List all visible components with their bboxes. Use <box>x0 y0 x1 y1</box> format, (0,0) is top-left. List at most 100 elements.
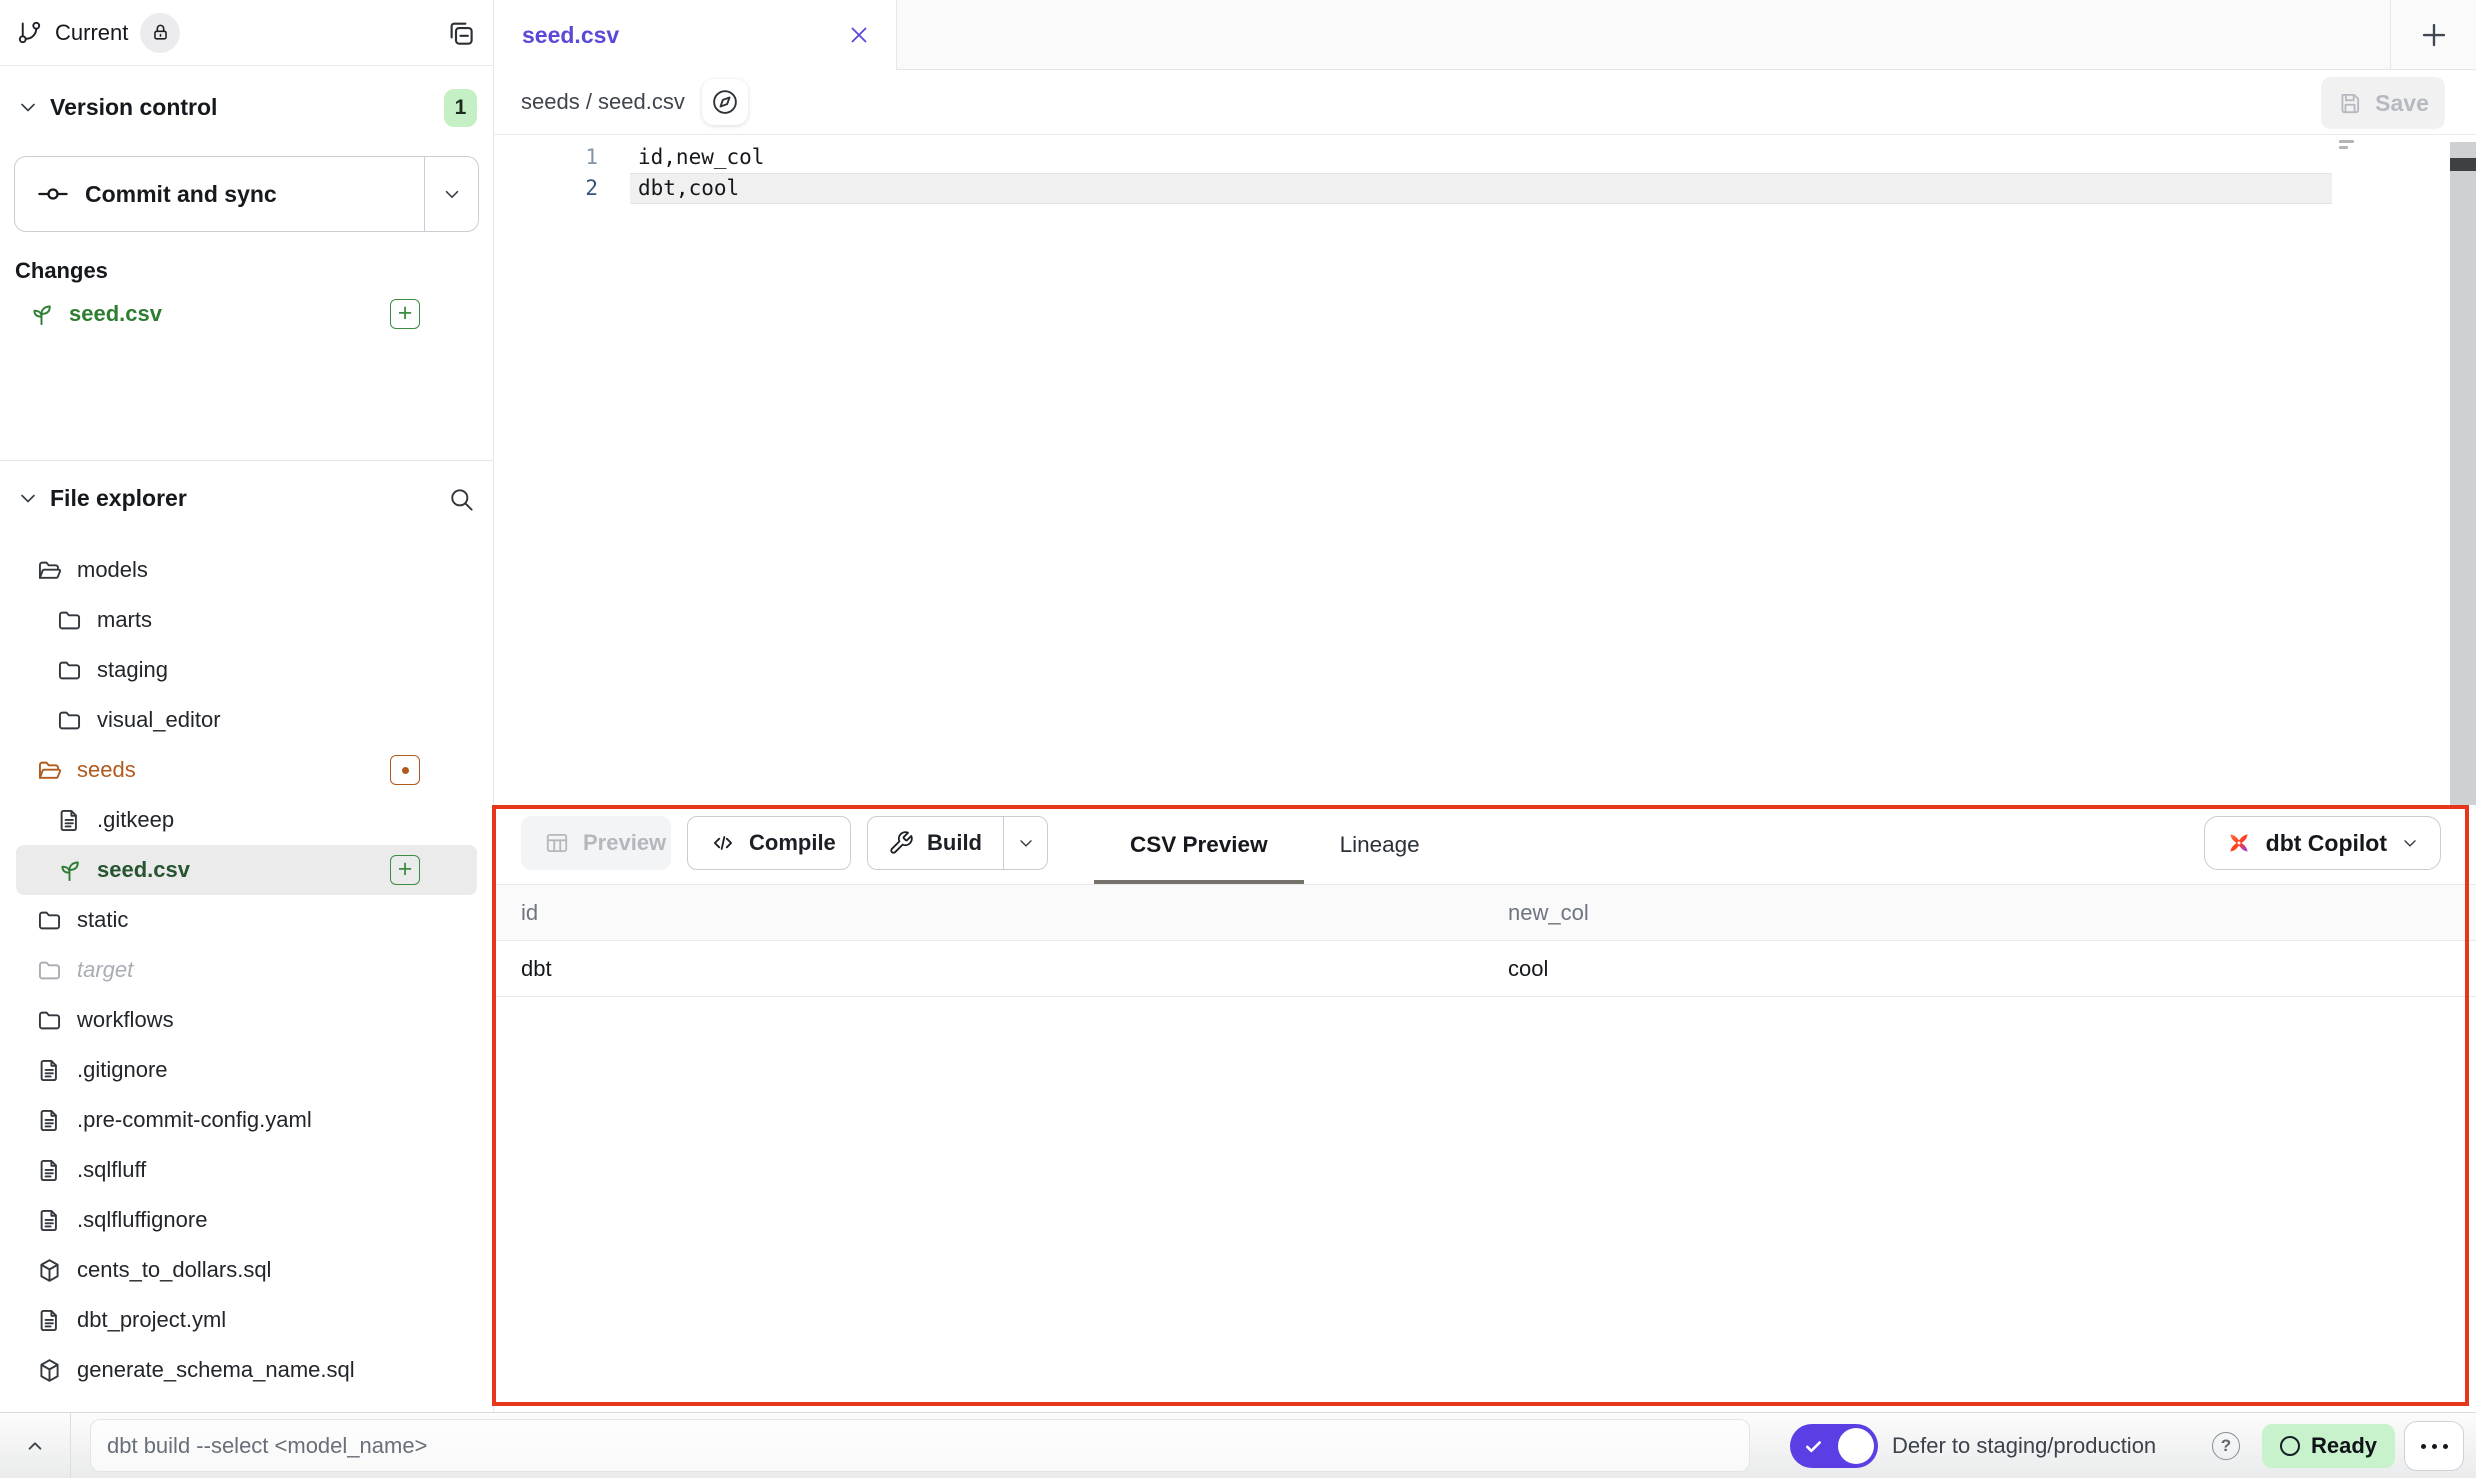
preview-button[interactable]: Preview <box>521 816 671 870</box>
chevron-down-icon <box>441 183 463 205</box>
folder-icon <box>56 707 83 734</box>
sidebar-divider <box>0 460 493 461</box>
code-editor[interactable]: 1id,new_col 2 dbt,cool <box>494 135 2476 805</box>
file-item-visual_editor[interactable]: visual_editor <box>16 695 477 745</box>
chevron-down-icon <box>16 486 40 510</box>
file-item-marts[interactable]: marts <box>16 595 477 645</box>
plus-box-icon[interactable]: + <box>390 855 420 885</box>
copy-icon <box>446 18 476 48</box>
file-item-seed.csv[interactable]: seed.csv+ <box>16 845 477 895</box>
build-button[interactable]: Build <box>868 817 1003 869</box>
expand-command-bar-button[interactable] <box>0 1413 70 1478</box>
file-item-dbt_project.yml[interactable]: dbt_project.yml <box>16 1295 477 1345</box>
panel-tab-csv-preview[interactable]: CSV Preview <box>1094 805 1304 884</box>
more-options-button[interactable] <box>2404 1421 2464 1471</box>
branch-header: Current <box>0 0 493 66</box>
chevron-up-icon <box>22 1433 48 1459</box>
ide-status-badge[interactable]: Ready <box>2262 1424 2395 1468</box>
file-item-target[interactable]: target <box>16 945 477 995</box>
build-options-caret[interactable] <box>1003 817 1047 869</box>
results-panel: Preview Compile Build CSV PreviewLineage <box>494 805 2476 1412</box>
file-item-.gitignore[interactable]: .gitignore <box>16 1045 477 1095</box>
plus-box-icon[interactable]: + <box>390 299 420 329</box>
branch-name: Current <box>55 20 128 46</box>
table-cell: dbt <box>494 956 1508 982</box>
file-item-label: target <box>77 957 133 983</box>
tab-label: seed.csv <box>522 22 846 49</box>
plus-icon <box>2419 20 2449 50</box>
version-control-header[interactable]: Version control <box>0 80 217 134</box>
table-row: dbtcool <box>494 941 2476 997</box>
editor-lines: 1id,new_col 2 dbt,cool <box>494 141 2476 204</box>
file-item-static[interactable]: static <box>16 895 477 945</box>
defer-toggle[interactable] <box>1790 1424 1878 1468</box>
save-icon <box>2337 90 2363 116</box>
file-item-staging[interactable]: staging <box>16 645 477 695</box>
file-item-.pre-commit-config.yaml[interactable]: .pre-commit-config.yaml <box>16 1095 477 1145</box>
file-item-label: .pre-commit-config.yaml <box>77 1107 312 1133</box>
changed-file-label: seed.csv <box>69 301 162 327</box>
save-button[interactable]: Save <box>2321 77 2445 129</box>
table-icon <box>544 830 570 856</box>
changes-count-badge: 1 <box>444 89 477 127</box>
file-item-label: staging <box>97 657 168 683</box>
file-explorer-tree: modelsmarts staging visual_editorseeds .git… <box>0 545 493 1395</box>
sidebar: Current Version control 1 Commit and syn… <box>0 0 494 1412</box>
folder-icon <box>36 957 63 984</box>
file-item-label: .gitignore <box>77 1057 168 1083</box>
save-label: Save <box>2375 90 2429 117</box>
lock-icon <box>140 13 180 53</box>
dbt-copilot-button[interactable]: dbt Copilot <box>2204 816 2441 870</box>
defer-label: Defer to staging/production <box>1892 1413 2156 1478</box>
file-item-generate_schema_name.sql[interactable]: generate_schema_name.sql <box>16 1345 477 1395</box>
file-item-.gitkeep[interactable]: .gitkeep <box>16 795 477 845</box>
duplicate-tab-button[interactable] <box>443 15 479 51</box>
version-control-title: Version control <box>50 94 217 121</box>
changed-file-seed.csv[interactable]: seed.csv + <box>0 292 493 336</box>
close-icon[interactable] <box>846 22 872 48</box>
line-content: dbt,cool <box>638 176 739 200</box>
editor-scrollbar[interactable] <box>2450 142 2476 805</box>
commit-and-sync-button[interactable]: Commit and sync <box>14 156 479 232</box>
editor-tabbar: seed.csv <box>494 0 2476 70</box>
command-input[interactable] <box>90 1419 1750 1472</box>
editor-line-1[interactable]: 1id,new_col <box>494 141 2476 173</box>
commit-button-label: Commit and sync <box>85 181 277 208</box>
file-item-workflows[interactable]: workflows <box>16 995 477 1045</box>
git-branch-icon <box>16 19 43 46</box>
file-item-models[interactable]: models <box>16 545 477 595</box>
help-icon[interactable]: ? <box>2212 1432 2240 1460</box>
file-item-label: seeds <box>77 757 136 783</box>
toggle-knob <box>1838 1428 1874 1464</box>
file-item-label: workflows <box>77 1007 174 1033</box>
editor-toolbar: seeds / seed.csv Save <box>494 70 2476 135</box>
editor-line-2[interactable]: 2 dbt,cool <box>494 173 2476 205</box>
line-number: 2 <box>494 176 598 200</box>
csv-preview-rows: dbtcool <box>494 941 2476 997</box>
folder-icon <box>56 607 83 634</box>
panel-tab-lineage[interactable]: Lineage <box>1304 805 1456 884</box>
file-item-label: dbt_project.yml <box>77 1307 226 1333</box>
compass-icon <box>710 87 740 117</box>
file-item-.sqlfluffignore[interactable]: .sqlfluffignore <box>16 1195 477 1245</box>
file-icon <box>56 807 83 834</box>
explore-lineage-button[interactable] <box>702 79 748 125</box>
file-item-cents_to_dollars.sql[interactable]: cents_to_dollars.sql <box>16 1245 477 1295</box>
file-item-seeds[interactable]: seeds <box>16 745 477 795</box>
compile-label: Compile <box>749 830 836 856</box>
file-search-button[interactable] <box>448 482 482 516</box>
tab-seed-csv[interactable]: seed.csv <box>494 0 897 70</box>
commit-options-caret[interactable] <box>424 157 478 231</box>
file-item-label: .sqlfluff <box>77 1157 146 1183</box>
status-label: Ready <box>2311 1433 2377 1459</box>
changes-list: seed.csv + <box>0 292 493 336</box>
file-icon <box>36 1107 63 1134</box>
new-tab-button[interactable] <box>2390 0 2476 70</box>
file-item-label: static <box>77 907 128 933</box>
file-explorer-header[interactable]: File explorer <box>0 470 187 526</box>
dot-box-icon[interactable] <box>390 755 420 785</box>
table-cell: cool <box>1508 956 2476 982</box>
compile-button[interactable]: Compile <box>687 816 851 870</box>
cube-icon <box>36 1357 63 1384</box>
file-item-.sqlfluff[interactable]: .sqlfluff <box>16 1145 477 1195</box>
